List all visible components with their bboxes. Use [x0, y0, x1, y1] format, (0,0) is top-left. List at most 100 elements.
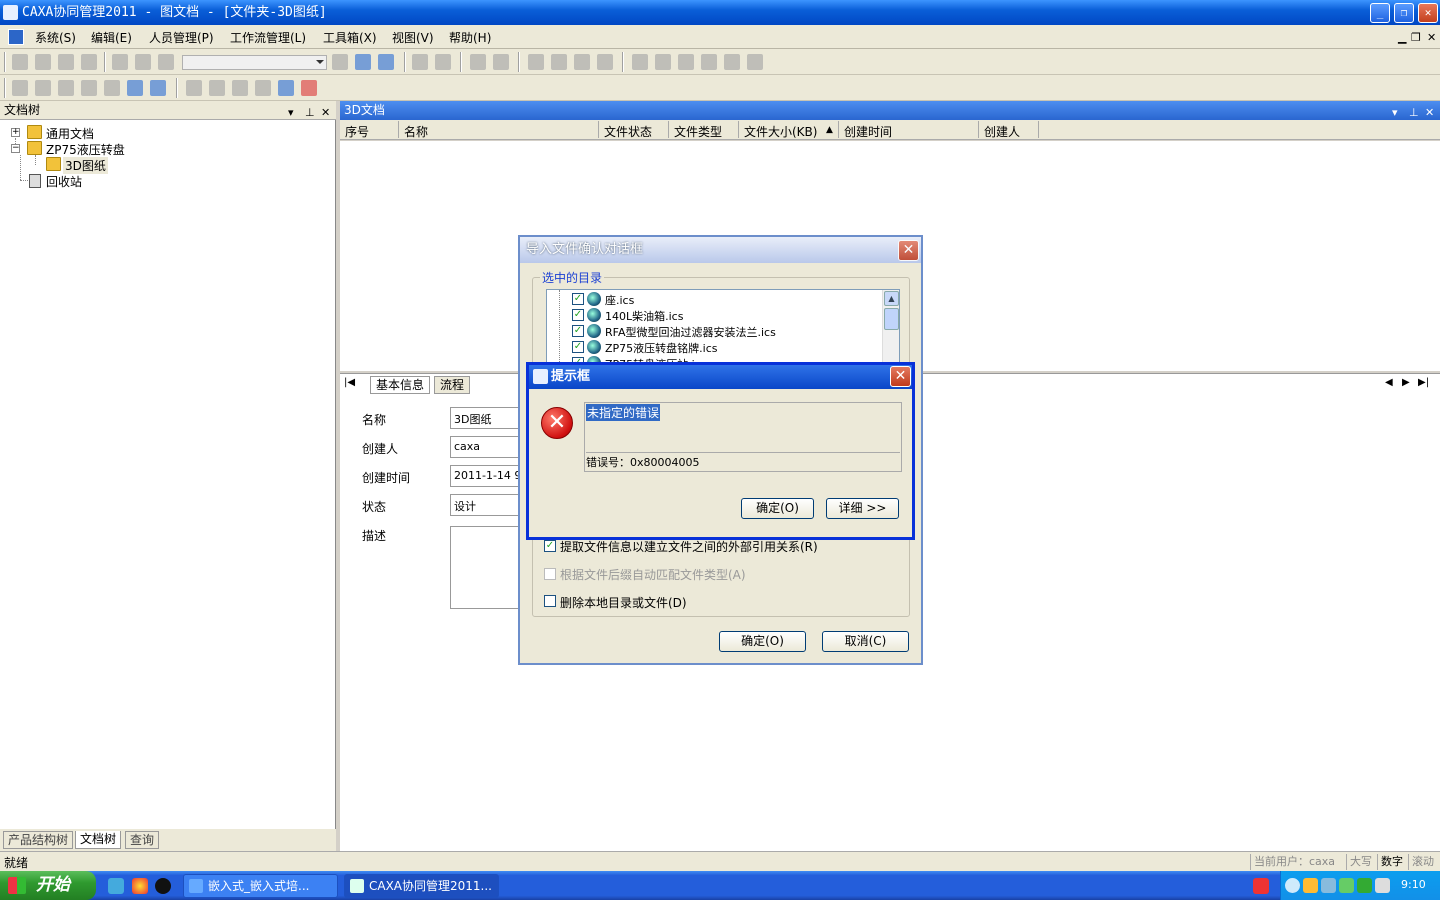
- file-item[interactable]: 140L柴油箱.ics: [605, 308, 683, 324]
- paste-icon[interactable]: [158, 54, 174, 70]
- column-divider[interactable]: [838, 121, 839, 138]
- field-description-input[interactable]: [450, 526, 520, 609]
- tools-icon[interactable]: [747, 54, 763, 70]
- field-created-time-input[interactable]: 2011-1-14 9: [450, 465, 520, 487]
- add-version-icon[interactable]: [574, 54, 590, 70]
- close-button[interactable]: ✕: [1418, 3, 1438, 23]
- check-list-icon[interactable]: [278, 80, 294, 96]
- mdi-app-icon[interactable]: [8, 29, 24, 45]
- cut-icon[interactable]: [112, 54, 128, 70]
- checkin-icon[interactable]: [412, 54, 428, 70]
- file-checkbox[interactable]: ✓: [572, 309, 584, 321]
- shield-icon[interactable]: [1375, 878, 1390, 893]
- folder-export-icon[interactable]: [150, 80, 166, 96]
- delete-list-icon[interactable]: [301, 80, 317, 96]
- column-creator[interactable]: 创建人: [984, 123, 1020, 140]
- file-checkbox[interactable]: ✓: [572, 293, 584, 305]
- menu-system[interactable]: 系统(S): [35, 29, 76, 46]
- chrome-icon[interactable]: [132, 878, 148, 894]
- copy-icon[interactable]: [135, 54, 151, 70]
- prev-tab-icon[interactable]: ◀: [1385, 377, 1393, 388]
- scroll-thumb[interactable]: [884, 308, 899, 330]
- history-icon[interactable]: [701, 54, 717, 70]
- column-divider[interactable]: [398, 121, 399, 138]
- column-type[interactable]: 文件类型: [674, 123, 722, 140]
- column-size[interactable]: 文件大小(KB): [744, 123, 817, 140]
- file-checkbox[interactable]: ✓: [572, 325, 584, 337]
- first-page-icon[interactable]: |◀: [344, 377, 355, 388]
- column-divider[interactable]: [1038, 121, 1039, 138]
- field-status-input[interactable]: 设计: [450, 494, 520, 516]
- folder-delete-icon[interactable]: [35, 80, 51, 96]
- tab-query[interactable]: 查询: [125, 831, 160, 849]
- column-name[interactable]: 名称: [404, 123, 428, 140]
- folder-new-icon[interactable]: [12, 80, 28, 96]
- folder-import-icon[interactable]: [127, 80, 143, 96]
- settings-icon[interactable]: [724, 54, 740, 70]
- tree-item-recycle-bin[interactable]: 回收站: [46, 173, 82, 190]
- move-bottom-icon[interactable]: [255, 80, 271, 96]
- dialog-close-button[interactable]: ✕: [898, 240, 919, 261]
- error-message-box[interactable]: 未指定的错误 错误号：0x80004005: [584, 402, 902, 472]
- preview-icon[interactable]: [355, 54, 371, 70]
- tree-item-3d-drawings[interactable]: 3D图纸: [63, 157, 108, 174]
- folder-move-icon[interactable]: [81, 80, 97, 96]
- open-doc-icon[interactable]: [35, 54, 51, 70]
- menu-help[interactable]: 帮助(H): [449, 29, 491, 46]
- change-icon[interactable]: [551, 54, 567, 70]
- list-scrollbar[interactable]: ▲: [882, 290, 899, 364]
- find-icon[interactable]: [332, 54, 348, 70]
- pin-icon[interactable]: ⊥: [305, 103, 315, 122]
- browse-icon[interactable]: [378, 54, 394, 70]
- move-up-icon[interactable]: [209, 80, 225, 96]
- taskbar-item-browser[interactable]: 嵌入式_嵌入式培...: [183, 874, 338, 898]
- reject-icon[interactable]: [678, 54, 694, 70]
- menu-edit[interactable]: 编辑(E): [91, 29, 132, 46]
- move-down-icon[interactable]: [232, 80, 248, 96]
- export-icon[interactable]: [493, 54, 509, 70]
- delete-local-checkbox[interactable]: [544, 595, 556, 607]
- column-divider[interactable]: [738, 121, 739, 138]
- file-item[interactable]: 座.ics: [605, 292, 634, 308]
- new-doc-icon[interactable]: [12, 54, 28, 70]
- workflow-icon[interactable]: [632, 54, 648, 70]
- file-item[interactable]: RFA型微型回油过滤器安装法兰.ics: [605, 324, 776, 340]
- file-checkbox[interactable]: ✓: [572, 341, 584, 353]
- lock-icon[interactable]: [597, 54, 613, 70]
- qq-icon[interactable]: [155, 878, 171, 894]
- file-list[interactable]: ✓ 座.ics ✓ 140L柴油箱.ics ✓ RFA型微型回油过滤器安装法兰.…: [546, 289, 900, 365]
- folder-copy-icon[interactable]: [104, 80, 120, 96]
- field-creator-input[interactable]: caxa: [450, 436, 520, 458]
- mdi-restore-icon[interactable]: ❐: [1411, 31, 1421, 44]
- restore-button[interactable]: ❐: [1394, 3, 1414, 23]
- taskbar-item-caxa[interactable]: CAXA协同管理2011...: [344, 874, 499, 898]
- menu-workflow[interactable]: 工作流管理(L): [230, 29, 306, 46]
- import-icon[interactable]: [470, 54, 486, 70]
- next-tab-icon[interactable]: ▶: [1402, 377, 1410, 388]
- column-status[interactable]: 文件状态: [604, 123, 652, 140]
- quicklaunch-app-icon[interactable]: [108, 878, 124, 894]
- last-page-icon[interactable]: ▶|: [1418, 377, 1429, 388]
- import-ok-button[interactable]: 确定(O): [719, 631, 806, 652]
- clock[interactable]: 9:10: [1401, 878, 1426, 891]
- file-item[interactable]: ZP75液压转盘铭牌.ics: [605, 340, 718, 356]
- release-icon[interactable]: [528, 54, 544, 70]
- extract-refs-checkbox[interactable]: ✓: [544, 540, 556, 552]
- checkout-icon[interactable]: [435, 54, 451, 70]
- mdi-minimize-icon[interactable]: ▁: [1398, 31, 1406, 44]
- approve-icon[interactable]: [655, 54, 671, 70]
- tab-workflow[interactable]: 流程: [434, 376, 471, 394]
- panel-menu-icon[interactable]: ▾: [288, 103, 294, 122]
- start-button[interactable]: 开始: [0, 871, 96, 900]
- import-cancel-button[interactable]: 取消(C): [822, 631, 909, 652]
- security-icon[interactable]: [1357, 878, 1372, 893]
- tree-item-general-docs[interactable]: 通用文档: [46, 125, 94, 142]
- move-top-icon[interactable]: [186, 80, 202, 96]
- ime-icon[interactable]: [1253, 878, 1269, 894]
- tray-expand-icon[interactable]: [1285, 878, 1300, 893]
- save-doc-icon[interactable]: [58, 54, 74, 70]
- folder-rename-icon[interactable]: [58, 80, 74, 96]
- extract-refs-label[interactable]: 提取文件信息以建立文件之间的外部引用关系(R): [560, 538, 818, 555]
- tab-product-tree[interactable]: 产品结构树: [3, 831, 74, 849]
- panel-close-icon[interactable]: ✕: [321, 103, 330, 122]
